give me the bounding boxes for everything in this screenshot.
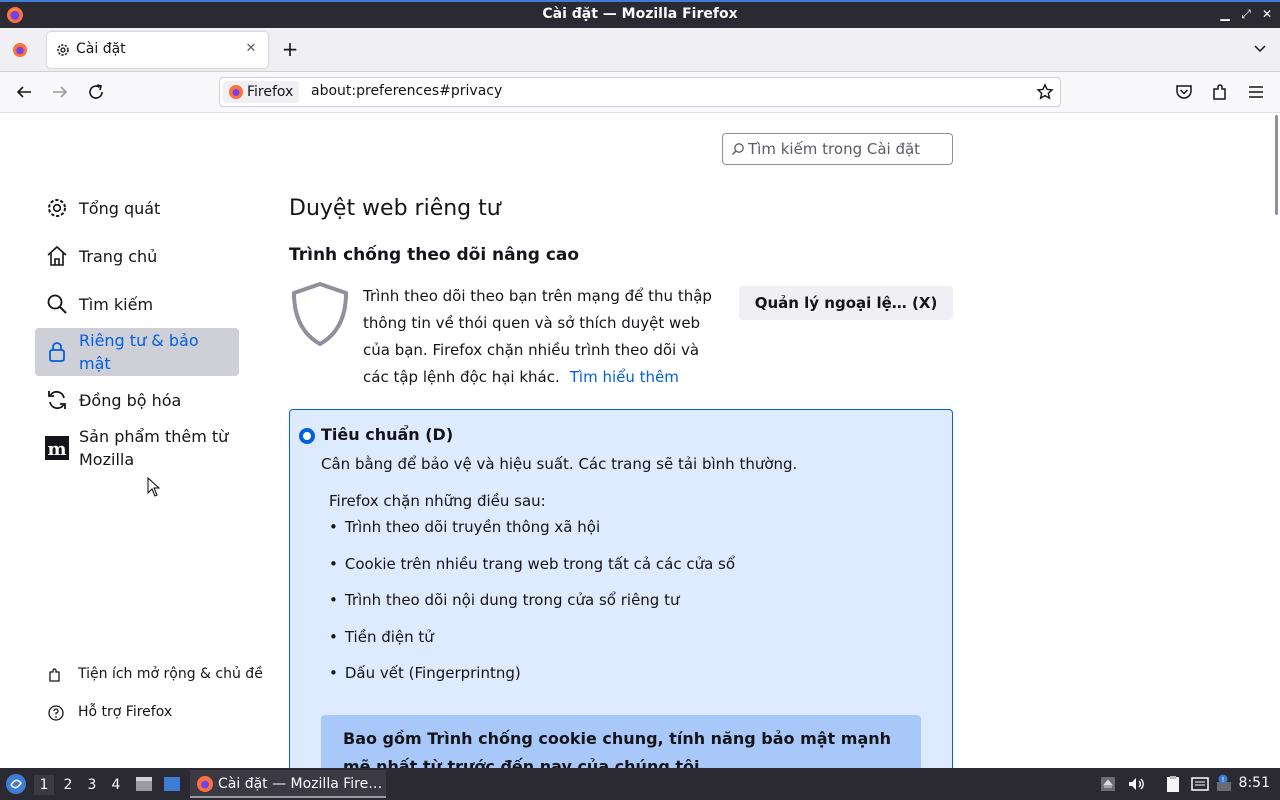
manage-exceptions-button[interactable]: Quản lý ngoại lệ… (X) [739, 286, 953, 320]
standard-description: Cân bằng để bảo vệ và hiệu suất. Các tra… [321, 455, 798, 473]
mouse-cursor-icon [147, 477, 161, 497]
standard-radio[interactable] [299, 428, 315, 444]
sidebar-item-label: Riêng tư & bảo mật [79, 331, 199, 373]
sidebar-item-label: Tổng quát [79, 199, 161, 218]
firefox-logo-icon [197, 776, 213, 792]
hamburger-menu-icon[interactable] [1245, 81, 1267, 103]
list-item: Trình theo dõi truyền thông xã hội [329, 518, 735, 555]
sidebar-item-label: Trang chủ [79, 247, 158, 266]
puzzle-icon [49, 668, 60, 682]
sidebar-item-search[interactable]: Tìm kiếm [35, 288, 239, 320]
identity-label: Firefox [247, 84, 294, 100]
firefox-logo-icon [229, 85, 243, 99]
preferences-page: Tổng quát Trang chủ Tìm kiếm Riêng tư & … [0, 113, 1280, 768]
eject-icon[interactable] [1098, 774, 1118, 794]
navigation-toolbar: Firefox about:preferences#privacy [0, 72, 1280, 113]
sync-icon [48, 390, 66, 410]
blocked-items-list: Trình theo dõi truyền thông xã hội Cooki… [329, 518, 735, 701]
sidebar-item-general[interactable]: Tổng quát [35, 192, 239, 224]
tab-label: Cài đặt [76, 41, 126, 57]
learn-more-link[interactable]: Tìm hiểu thêm [570, 368, 679, 386]
reload-button[interactable] [84, 80, 108, 104]
firefox-view-icon[interactable] [11, 41, 29, 59]
identity-box[interactable]: Firefox [223, 81, 300, 103]
url-text[interactable]: about:preferences#privacy [311, 83, 502, 99]
tracking-description: Trình theo dõi theo bạn trên mạng để thu… [363, 283, 723, 391]
sidebar-item-label: Tìm kiếm [79, 295, 154, 314]
workspace-4[interactable]: 4 [106, 775, 126, 795]
file-manager-icon[interactable] [134, 774, 154, 794]
shield-icon [291, 281, 349, 347]
new-tab-button[interactable]: + [280, 39, 300, 59]
search-icon [47, 294, 67, 314]
window-titlebar: Cài đặt — Mozilla Firefox ▁ ⤢ ✕ [0, 0, 1280, 28]
footer-link-label: Hỗ trợ Firefox [78, 704, 173, 720]
standard-protection-option[interactable]: Tiêu chuẩn (D) Cân bằng để bảo vệ và hiệ… [289, 409, 953, 768]
list-item: Trình theo dõi nội dung trong cửa sổ riê… [329, 591, 735, 628]
help-icon [48, 705, 64, 721]
close-tab-icon[interactable]: ✕ [242, 40, 260, 58]
sidebar-item-label: Đồng bộ hóa [79, 391, 182, 410]
search-input[interactable] [748, 137, 948, 161]
total-cookie-protection-note: Bao gồm Trình chống cookie chung, tính n… [321, 715, 921, 768]
desktop-icon[interactable] [162, 774, 182, 794]
sidebar-item-sync[interactable]: Đồng bộ hóa [35, 384, 239, 416]
bookmark-star-icon[interactable] [1036, 83, 1054, 101]
sidebar-item-home[interactable]: Trang chủ [35, 240, 239, 272]
minimize-button[interactable]: ▁ [1216, 5, 1234, 23]
sidebar-item-label: Sản phẩm thêm từ Mozilla [79, 427, 229, 469]
maximize-button[interactable]: ⤢ [1237, 5, 1255, 23]
workspace-3[interactable]: 3 [82, 775, 102, 795]
footer-link-label: Tiện ích mở rộng & chủ đề [78, 666, 263, 682]
gear-icon [57, 44, 69, 56]
volume-icon[interactable] [1126, 774, 1146, 794]
taskbar-item-label: Cài đặt — Mozilla Fire… [218, 776, 383, 792]
pocket-icon[interactable] [1173, 81, 1195, 103]
blocks-intro: Firefox chặn những điều sau: [329, 492, 546, 510]
tab-strip: Cài đặt ✕ + [0, 28, 1280, 72]
tab-settings[interactable]: Cài đặt ✕ [47, 32, 268, 68]
scrollbar-thumb[interactable] [1275, 115, 1278, 215]
back-button[interactable] [12, 80, 36, 104]
close-window-button[interactable]: ✕ [1258, 5, 1276, 23]
svg-text:!: ! [1222, 776, 1225, 784]
standard-label: Tiêu chuẩn (D) [321, 425, 454, 444]
mozilla-m-icon: m [45, 436, 69, 460]
clipboard-icon[interactable] [1163, 774, 1183, 794]
page-title: Duyệt web riêng tư [289, 196, 501, 221]
workspace-2[interactable]: 2 [58, 775, 78, 795]
list-item: Tiền điện tử [329, 628, 735, 665]
svg-text:m: m [47, 439, 66, 460]
chevron-down-icon[interactable] [1252, 40, 1268, 56]
settings-search[interactable] [722, 133, 953, 165]
list-item: Cookie trên nhiều trang web trong tất cả… [329, 555, 735, 592]
list-item: Dấu vết (Fingerprintng) [329, 664, 735, 701]
scrollbar[interactable] [1272, 113, 1280, 768]
sidebar-item-privacy[interactable]: Riêng tư & bảo mật [35, 328, 239, 376]
url-bar[interactable]: Firefox about:preferences#privacy [219, 77, 1061, 107]
workspace-1[interactable]: 1 [34, 775, 54, 795]
gear-icon [48, 199, 66, 217]
search-icon [732, 143, 744, 155]
network-icon[interactable] [1190, 774, 1210, 794]
extensions-icon[interactable] [1209, 81, 1231, 103]
home-icon [47, 245, 67, 266]
sidebar-item-more-from-mozilla[interactable]: m Sản phẩm thêm từ Mozilla [35, 424, 239, 472]
notification-icon[interactable]: ! [1215, 774, 1235, 794]
taskbar-item-firefox[interactable]: Cài đặt — Mozilla Fire… [190, 770, 386, 798]
lock-icon [49, 342, 65, 362]
system-taskbar: 1 2 3 4 Cài đặt — Mozilla Fire… ! 8:51 [0, 768, 1280, 800]
section-title: Trình chống theo dõi nâng cao [289, 245, 580, 265]
window-title: Cài đặt — Mozilla Firefox [542, 6, 738, 22]
start-menu-icon[interactable] [5, 773, 27, 795]
clock: 8:51 [1238, 775, 1270, 791]
forward-button[interactable] [48, 80, 72, 104]
